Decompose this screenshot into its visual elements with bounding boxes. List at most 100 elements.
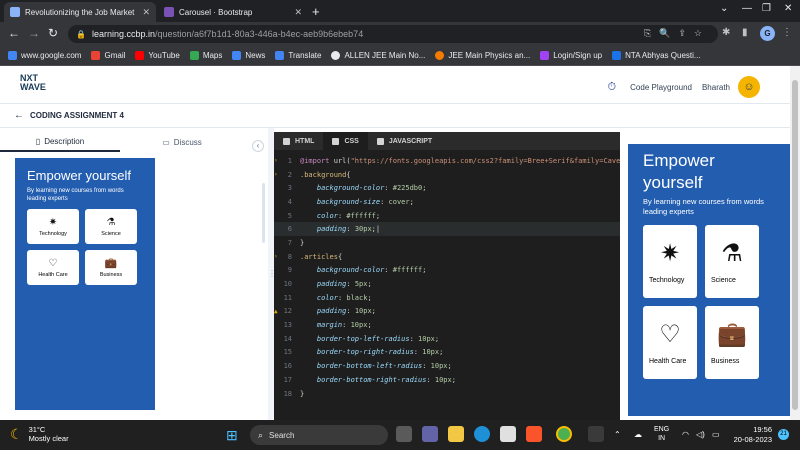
output-card-technology: ✷ Technology	[643, 225, 697, 298]
sidepanel-icon[interactable]: ▮	[742, 27, 748, 38]
close-tab-icon[interactable]: ✕	[294, 7, 302, 18]
page-scrollbar-thumb[interactable]	[792, 80, 798, 410]
bookmark-gmail[interactable]: Gmail	[91, 51, 125, 60]
moon-cloud-icon: ☾	[10, 425, 23, 442]
taskbar-search[interactable]: ⌕ Search	[250, 425, 388, 445]
battery-icon[interactable]: ▭	[712, 430, 720, 439]
forward-arrow-icon[interactable]: →	[28, 26, 40, 40]
system-clock[interactable]: 19:56 20-08-2023	[726, 425, 772, 445]
back-arrow-icon[interactable]: ←	[8, 26, 20, 40]
url-input[interactable]: 🔒 learning.ccbp.in /question/a6f7b1d1-80…	[68, 25, 718, 43]
cloud-icon[interactable]: ☁	[634, 430, 642, 439]
code-line: 16 border-bottom-left-radius: 10px;	[283, 362, 452, 371]
chip-icon: ✷	[659, 240, 681, 267]
code-line: 11 color: black;	[283, 293, 372, 302]
code-line-warning: ▲ 12 padding: 10px;	[274, 307, 376, 316]
menu-icon[interactable]: ⋮	[782, 27, 792, 38]
tab-css[interactable]: CSS	[323, 132, 368, 150]
bookmark-allen[interactable]: ALLEN JEE Main No...	[331, 51, 425, 60]
briefcase-icon: 💼	[717, 321, 747, 348]
chevron-down-icon[interactable]: ⌄	[720, 3, 728, 14]
site-favicon-icon	[10, 7, 20, 17]
nxtwave-logo[interactable]: NXT WAVE	[20, 74, 46, 92]
brave-icon[interactable]	[526, 426, 542, 442]
chrome-icon[interactable]	[556, 426, 572, 442]
minimize-icon[interactable]: —	[742, 3, 752, 14]
bootstrap-favicon-icon	[164, 7, 174, 17]
output-preview[interactable]: Empower yourself By learning new courses…	[620, 132, 790, 420]
flask-icon: ⚗	[106, 216, 116, 228]
preview-heading: Empower yourself	[27, 168, 132, 183]
bookmark-youtube[interactable]: YouTube	[135, 51, 180, 60]
code-lines[interactable]: › 1 @import url("https://fonts.googleapis.…	[274, 150, 629, 400]
teams-icon[interactable]	[422, 426, 438, 442]
file-explorer-icon[interactable]	[448, 426, 464, 442]
snipping-tool-icon[interactable]	[588, 426, 604, 442]
preview-card-health-care: ♡ Health Care	[27, 250, 79, 285]
close-tab-icon[interactable]: ✕	[142, 7, 150, 18]
language-indicator[interactable]: ENG IN	[654, 425, 669, 443]
browser-tab-title: Revolutionizing the Job Market |	[25, 7, 137, 17]
user-name[interactable]: Bharath	[702, 83, 730, 92]
chat-icon: ▭	[162, 137, 170, 147]
bookmark-google[interactable]: www.google.com	[8, 51, 81, 60]
output-subtext: By learning new courses from words leadi…	[643, 197, 764, 216]
chevron-up-icon[interactable]: ⌃	[614, 430, 621, 439]
css-file-icon	[332, 137, 340, 145]
lock-icon: 🔒	[76, 29, 86, 39]
edge-icon[interactable]	[474, 426, 490, 442]
code-playground-link[interactable]: Code Playground	[630, 83, 692, 92]
left-panel-scrollbar[interactable]	[262, 183, 265, 243]
code-line: › 8 .articles{	[274, 252, 343, 261]
back-arrow-icon[interactable]: ←	[14, 110, 24, 121]
notification-badge[interactable]: 21	[778, 429, 789, 440]
task-view-icon[interactable]	[396, 426, 412, 442]
volume-icon[interactable]: ◁)	[696, 430, 705, 439]
browser-tab-bootstrap[interactable]: Carousel · Bootstrap ✕	[158, 2, 308, 22]
browser-tab-ccbp[interactable]: Revolutionizing the Job Market | ✕	[4, 2, 156, 22]
login-icon	[540, 51, 550, 60]
omnibox-actions[interactable]: ⎘🔍⇪☆	[644, 28, 710, 39]
bookmark-maps[interactable]: Maps	[189, 51, 222, 60]
wifi-icon[interactable]: ◠	[682, 430, 689, 439]
profile-avatar[interactable]: G	[760, 26, 775, 41]
briefcase-icon: 💼	[104, 257, 118, 269]
preview-subtext: By learning new courses from words leadi…	[27, 188, 124, 202]
extensions-icon[interactable]: ✱	[722, 27, 730, 38]
tab-discuss[interactable]: ▭ Discuss	[120, 132, 244, 152]
bookmark-jee-physics[interactable]: JEE Main Physics an...	[435, 51, 530, 60]
bookmark-news[interactable]: News	[232, 51, 265, 60]
code-line: 3 background-color: #225db0;	[287, 184, 427, 193]
js-file-icon	[376, 137, 384, 145]
browser-tab-strip: Revolutionizing the Job Market | ✕ Carou…	[0, 0, 800, 22]
reference-preview: Empower yourself By learning new courses…	[15, 158, 155, 410]
code-line: 4 background-size: cover;	[287, 197, 414, 206]
new-tab-icon[interactable]: +	[312, 4, 320, 19]
code-editor[interactable]: HTML CSS JAVASCRIPT › 1 @import url("https…	[274, 132, 629, 420]
user-avatar[interactable]: ☺	[738, 76, 760, 98]
output-heading: Empower yourself	[643, 151, 715, 192]
left-panel: ▯ Description ▭ Discuss ‹ Empower yourse…	[0, 128, 268, 420]
bookmark-login[interactable]: Login/Sign up	[540, 51, 602, 60]
reload-icon[interactable]: ↻	[48, 26, 58, 40]
collapse-panel-icon[interactable]: ‹	[252, 140, 264, 152]
tab-description[interactable]: ▯ Description	[0, 132, 120, 152]
allen-icon	[331, 51, 341, 60]
code-line: 9 background-color: #ffffff;	[287, 266, 427, 275]
tab-javascript[interactable]: JAVASCRIPT	[368, 132, 441, 150]
windows-start-icon[interactable]: ⊞	[226, 427, 238, 444]
tab-html[interactable]: HTML	[274, 132, 323, 150]
preview-card-science: ⚗ Science	[85, 209, 137, 244]
preview-card-grid: ✷ Technology ⚗ Science ♡ Health Care 💼 Busin…	[27, 209, 143, 285]
maximize-icon[interactable]: ❐	[762, 3, 771, 14]
stopwatch-icon[interactable]: ⏱	[608, 81, 617, 94]
store-icon[interactable]	[500, 426, 516, 442]
page-scrollbar[interactable]	[790, 66, 800, 420]
bookmark-translate[interactable]: Translate	[275, 51, 321, 60]
output-card-science: ⚗ Science	[705, 225, 759, 298]
preview-card-business: 💼 Business	[85, 250, 137, 285]
close-window-icon[interactable]: ✕	[784, 3, 792, 14]
bookmark-nta[interactable]: NTA Abhyas Questi...	[612, 51, 701, 60]
weather-widget[interactable]: ☾ 31°C Mostly clear	[10, 425, 69, 443]
document-icon: ▯	[35, 136, 41, 146]
